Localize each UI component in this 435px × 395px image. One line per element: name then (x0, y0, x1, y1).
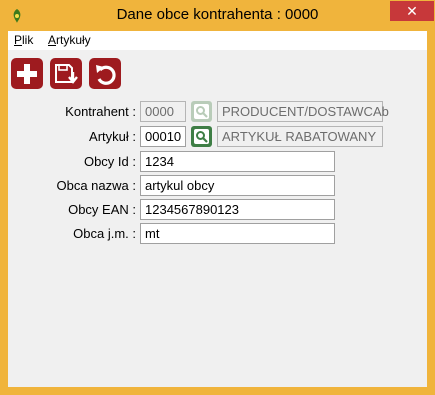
close-icon: ✕ (406, 2, 418, 19)
menu-bar: Plik Artykuły (8, 31, 427, 50)
obcy-ean-field[interactable]: 1234567890123 (140, 199, 335, 220)
artykul-label: Artykuł : (89, 129, 136, 144)
kontrahent-label: Kontrahent : (65, 104, 136, 119)
magnifier-icon (196, 106, 208, 118)
window-client-area: Plik Artykuły Kontrahent : 0000 PRODUCEN… (8, 31, 427, 387)
undo-button[interactable] (89, 58, 121, 89)
obca-nazwa-field[interactable]: artykul obcy (140, 175, 335, 196)
app-window: Dane obce kontrahenta : 0000 ✕ Plik Arty… (0, 0, 435, 395)
menu-plik-rest: lik (22, 33, 34, 47)
artykul-lookup-button[interactable] (191, 126, 212, 147)
obca-jm-field[interactable]: mt (140, 223, 335, 244)
window-title: Dane obce kontrahenta : 0000 (116, 6, 319, 23)
kontrahent-code-field: 0000 (140, 101, 186, 122)
add-button[interactable] (11, 58, 43, 89)
menu-artykuly-mnemonic: A (48, 33, 57, 47)
app-icon (13, 9, 21, 23)
obca-nazwa-label: Obca nazwa : (56, 178, 137, 193)
artykul-name-field: ARTYKUŁ RABATOWANY (217, 126, 383, 147)
menu-artykuly[interactable]: Artykuły (48, 33, 91, 47)
obcy-id-field[interactable]: 1234 (140, 151, 335, 172)
undo-icon (96, 64, 116, 85)
kontrahent-name-field: PRODUCENT/DOSTAWCAb (217, 101, 389, 122)
save-button[interactable] (50, 58, 82, 89)
title-bar[interactable]: Dane obce kontrahenta : 0000 ✕ (0, 0, 435, 31)
menu-plik[interactable]: Plik (14, 33, 33, 47)
magnifier-icon (196, 131, 208, 143)
plus-icon (17, 63, 37, 84)
menu-plik-mnemonic: P (14, 33, 23, 47)
save-download-icon (55, 63, 78, 84)
artykul-code-field[interactable]: 00010 (140, 126, 186, 147)
menu-artykuly-rest: rtykuły (56, 33, 91, 47)
obcy-id-label: Obcy Id : (83, 154, 136, 169)
obcy-ean-label: Obcy EAN : (68, 202, 136, 217)
kontrahent-lookup-button (191, 101, 212, 122)
close-button[interactable]: ✕ (390, 1, 434, 21)
obca-jm-label: Obca j.m. : (73, 226, 136, 241)
